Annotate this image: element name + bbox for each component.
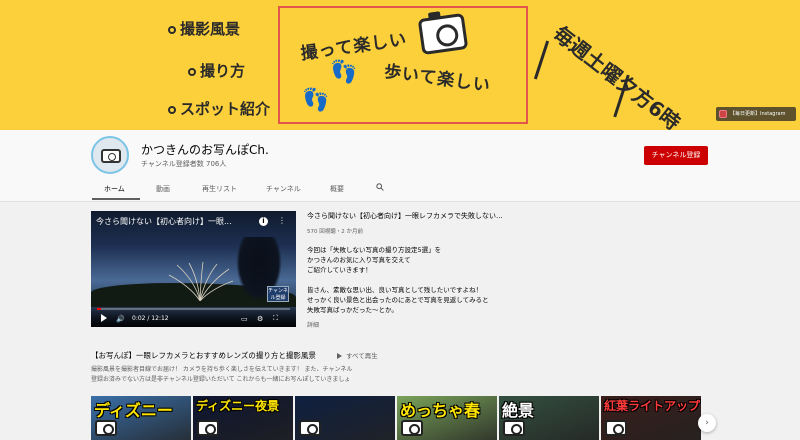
footprints-icon: 👣 [302, 88, 330, 113]
tab-about[interactable]: 概要 [330, 184, 344, 194]
banner-slash [533, 40, 550, 80]
featured-video-meta: 570 回視聴・2 か月前 [307, 229, 363, 235]
playlist-thumbnail[interactable] [295, 396, 395, 440]
description-line: 今回は「失敗しない写真の撮り方設定5選」を [307, 246, 442, 254]
playlist-thumbnail[interactable]: 紅葉ライトアップ [601, 396, 701, 440]
camera-icon [401, 420, 423, 436]
description-line: せっかく良い景色と出会ったのにあとで写真を見返してみると [307, 296, 489, 304]
camera-icon [503, 420, 525, 436]
camera-icon [95, 420, 117, 436]
instagram-icon [719, 110, 727, 118]
instagram-link[interactable]: 【毎日更新】Instagram [716, 107, 796, 121]
thumbnail-text: ディズニー夜景 [196, 399, 280, 413]
banner-bullet-shooting-scene: 撮影風景 [168, 18, 240, 39]
volume-icon[interactable]: 🔊 [116, 315, 125, 323]
channel-banner: 撮影風景 撮り方 スポット紹介 撮って楽しい 👣 👣 歩いて楽しい 毎週土曜夕方… [0, 0, 800, 130]
tab-playlists[interactable]: 再生リスト [202, 184, 237, 194]
play-all-button[interactable]: すべて再生 [337, 350, 378, 360]
subtitles-icon[interactable]: ▭ [241, 315, 248, 323]
playlist-description: 登録お済みでない方は是非チャンネル登録いただいて これからも一緒にお写んぽしてい… [91, 376, 351, 383]
read-more-link[interactable]: 詳細 [307, 320, 319, 329]
camera-icon [299, 420, 321, 436]
footprints-icon: 👣 [330, 60, 358, 85]
playlist-thumbnail[interactable]: めっちゃ春 [397, 396, 497, 440]
playlist-thumbnail[interactable]: 絶景 [499, 396, 599, 440]
thumbnail-text: ディズニー [94, 401, 173, 420]
playlist-title[interactable]: 【お写んぽ】一眼レフカメラとおすすめレンズの撮り方と撮影風景 [91, 350, 316, 361]
featured-video-title[interactable]: 今さら聞けない【初心者向け】一眼レフカメラで失敗しない... [307, 211, 503, 221]
tab-videos[interactable]: 動画 [156, 184, 170, 194]
tab-channels[interactable]: チャンネル [266, 184, 301, 194]
description-line: 失敗写真ばっかだった〜とか。 [307, 306, 398, 314]
play-icon[interactable] [101, 314, 107, 322]
description-line: ご紹介していきます！ [307, 266, 372, 274]
description-line: かつきんのお気に入り写真を交えて [307, 256, 411, 264]
search-icon[interactable] [376, 183, 384, 191]
more-options-icon[interactable]: ⋮ [278, 216, 286, 225]
subscriber-count: チャンネル登録者数 706人 [141, 160, 227, 168]
info-icon[interactable]: i [259, 217, 268, 226]
camera-icon [417, 12, 469, 56]
active-tab-indicator [92, 198, 140, 200]
tab-home[interactable]: ホーム [104, 184, 125, 194]
progress-bar[interactable] [97, 308, 290, 310]
banner-bullet-how-to: 撮り方 [188, 60, 245, 81]
thumbnail-text: 絶景 [502, 401, 535, 420]
thumbnail-text: 紅葉ライトアップ [604, 399, 701, 413]
video-overlay-title: 今さら聞けない【初心者向け】一眼... [96, 217, 232, 226]
description-line: 皆さん、素敵な思い出、良い写真として残したいですよね！ [307, 286, 483, 294]
camera-icon [197, 420, 219, 436]
channel-name: かつきんのお写んぽCh. [141, 143, 269, 157]
time-display: 0:02 / 12:12 [132, 315, 169, 322]
video-frame-grass [168, 261, 234, 301]
banner-bullet-spots: スポット紹介 [168, 98, 270, 119]
camera-icon [605, 420, 627, 436]
settings-gear-icon[interactable]: ⚙ [257, 315, 263, 323]
chevron-right-icon[interactable]: › [698, 414, 716, 432]
playlist-thumbnail[interactable]: ディズニー夜景 [193, 396, 293, 440]
channel-avatar[interactable] [91, 136, 129, 174]
thumbnail-text: めっちゃ春 [400, 401, 481, 420]
subscribe-watermark[interactable]: チャンネル登録 [267, 286, 289, 302]
play-icon [337, 353, 342, 359]
banner-schedule: 毎週土曜夕方6時 [548, 21, 685, 130]
progress-fill [97, 308, 101, 310]
camera-icon [101, 149, 121, 163]
subscribe-button[interactable]: チャンネル登録 [644, 146, 708, 165]
playlist-thumbnail[interactable]: ディズニー [91, 396, 191, 440]
fullscreen-icon[interactable]: ⛶ [273, 314, 278, 323]
playlist-description: 撮影風景を撮影者目線でお届け！ カメラを持ち歩く楽しさを伝えていきます！ また、… [91, 366, 353, 373]
featured-video-player[interactable]: 今さら聞けない【初心者向け】一眼... i ⋮ チャンネル登録 🔊 0:02 /… [91, 211, 296, 327]
